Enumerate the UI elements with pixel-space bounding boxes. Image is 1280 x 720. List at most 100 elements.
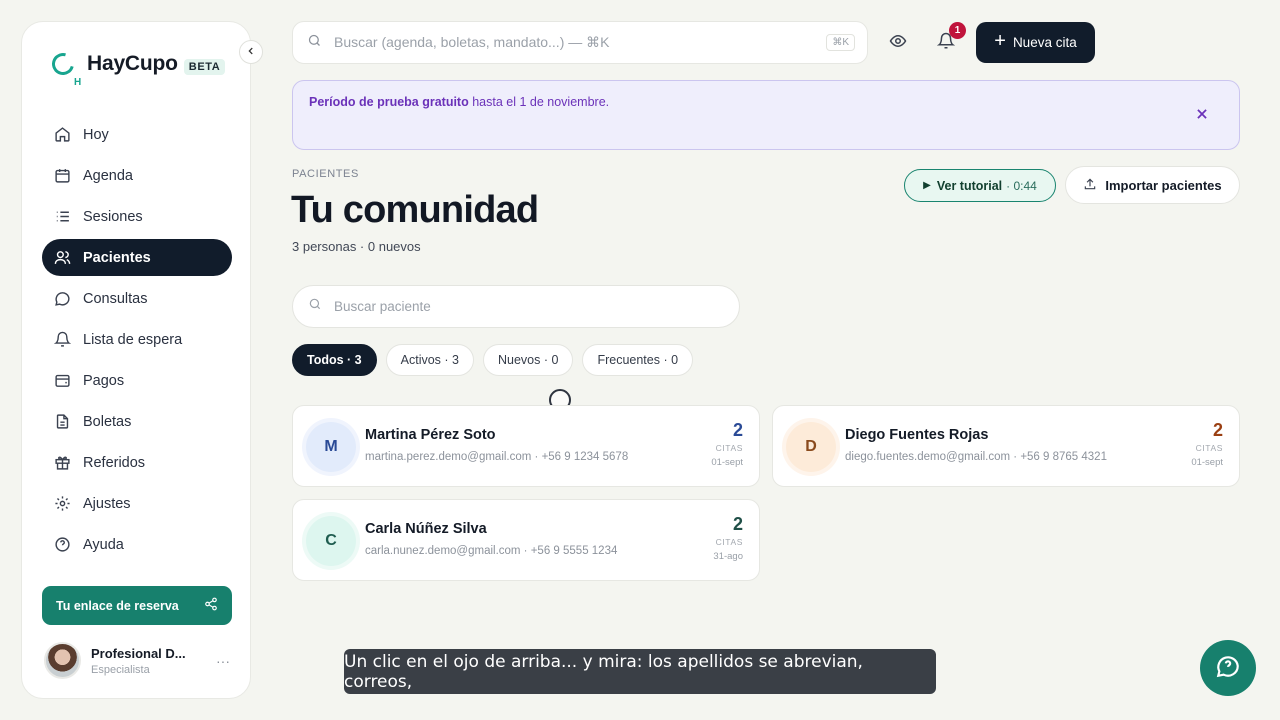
list-icon — [54, 208, 71, 225]
close-icon — [1195, 104, 1209, 127]
tutorial-duration: · 0:44 — [1006, 178, 1037, 193]
appointment-count-label: CITAS — [715, 443, 743, 453]
sidebar-item-ayuda[interactable]: Ayuda — [42, 526, 232, 563]
patient-contact: martina.perez.demo@gmail.com · +56 9 123… — [365, 451, 629, 463]
patient-card[interactable]: D Diego Fuentes Rojas diego.fuentes.demo… — [772, 405, 1240, 487]
beta-badge: BETA — [183, 59, 226, 75]
chat-icon — [54, 290, 71, 307]
help-chat-button[interactable] — [1200, 640, 1256, 696]
sidebar-item-hoy[interactable]: Hoy — [42, 116, 232, 153]
patient-avatar: D — [786, 422, 836, 472]
booking-link-label: Tu enlace de reserva — [56, 598, 179, 613]
sidebar-item-consultas[interactable]: Consultas — [42, 280, 232, 317]
page-subtitle: 3 personas · 0 nuevos — [292, 239, 421, 254]
sidebar: HayCupo BETA H Hoy Agenda Sesiones Pacie… — [21, 21, 251, 699]
patient-search-placeholder: Buscar paciente — [334, 299, 431, 314]
sidebar-item-pagos[interactable]: Pagos — [42, 362, 232, 399]
share-icon — [204, 597, 218, 614]
trial-banner-bold: Período de prueba gratuito — [309, 95, 469, 109]
wallet-icon — [54, 372, 71, 389]
search-icon — [308, 297, 322, 316]
filter-activos[interactable]: Activos · 3 — [385, 344, 474, 376]
trial-banner: Período de prueba gratuito hasta el 1 de… — [292, 80, 1240, 150]
notification-count-badge: 1 — [949, 22, 966, 39]
page-title: Tu comunidad — [291, 189, 539, 231]
filter-chips: Todos · 3 Activos · 3 Nuevos · 0 Frecuen… — [292, 344, 702, 376]
booking-link-button[interactable]: Tu enlace de reserva — [42, 586, 232, 625]
sidebar-item-referidos[interactable]: Referidos — [42, 444, 232, 481]
sidebar-item-label: Agenda — [83, 167, 133, 184]
sidebar-item-label: Pacientes — [83, 249, 151, 266]
brand[interactable]: HayCupo BETA — [47, 48, 226, 80]
patient-card[interactable]: M Martina Pérez Soto martina.perez.demo@… — [292, 405, 760, 487]
filter-todos[interactable]: Todos · 3 — [292, 344, 377, 376]
sidebar-item-agenda[interactable]: Agenda — [42, 157, 232, 194]
last-appointment-date: 01-sept — [1191, 457, 1223, 468]
patient-avatar: M — [306, 422, 356, 472]
appointment-count-label: CITAS — [715, 537, 743, 547]
appointment-count: 2 — [732, 420, 743, 440]
play-icon: ▶ — [923, 180, 931, 191]
patient-name: Carla Núñez Silva — [365, 521, 487, 537]
patient-name: Martina Pérez Soto — [365, 427, 496, 443]
patient-name: Diego Fuentes Rojas — [845, 427, 989, 443]
import-patients-button[interactable]: Importar pacientes — [1065, 166, 1240, 204]
new-appointment-button[interactable]: + Nueva cita — [976, 22, 1095, 63]
calendar-icon — [54, 167, 71, 184]
sidebar-item-lista-de-espera[interactable]: Lista de espera — [42, 321, 232, 358]
patient-contact: diego.fuentes.demo@gmail.com · +56 9 876… — [845, 451, 1107, 463]
users-icon — [54, 249, 71, 266]
sidebar-item-label: Boletas — [83, 413, 132, 430]
upload-icon — [1083, 177, 1097, 194]
global-search-placeholder: Buscar (agenda, boletas, mandato...) — ⌘… — [334, 34, 610, 50]
close-banner-button[interactable] — [1191, 104, 1213, 126]
privacy-toggle-button[interactable] — [885, 30, 911, 56]
appointment-count: 2 — [1212, 420, 1223, 440]
sidebar-nav: Hoy Agenda Sesiones Pacientes Consultas — [42, 116, 232, 567]
sidebar-item-label: Sesiones — [83, 208, 143, 225]
video-caption: Un clic en el ojo de arriba... y mira: l… — [344, 649, 936, 694]
avatar — [44, 642, 81, 679]
plus-icon: + — [994, 30, 1006, 52]
sidebar-item-ajustes[interactable]: Ajustes — [42, 485, 232, 522]
sidebar-item-label: Hoy — [83, 126, 109, 143]
sidebar-item-pacientes[interactable]: Pacientes — [42, 239, 232, 276]
document-icon — [54, 413, 71, 430]
collapse-sidebar-button[interactable] — [239, 40, 263, 64]
tutorial-button[interactable]: ▶ Ver tutorial · 0:44 — [904, 169, 1056, 202]
patient-contact: carla.nunez.demo@gmail.com · +56 9 5555 … — [365, 545, 618, 557]
sidebar-item-label: Lista de espera — [83, 331, 183, 348]
sidebar-item-label: Consultas — [83, 290, 148, 307]
new-appointment-label: Nueva cita — [1012, 35, 1077, 50]
sidebar-item-label: Ajustes — [83, 495, 131, 512]
section-eyebrow: PACIENTES — [292, 168, 359, 180]
help-icon — [54, 536, 71, 553]
more-icon[interactable]: ··· — [216, 653, 230, 669]
last-appointment-date: 31-ago — [713, 551, 743, 562]
search-icon — [307, 33, 322, 53]
home-icon — [54, 126, 71, 143]
profile-role: Especialista — [91, 663, 150, 676]
trial-banner-rest: hasta el 1 de noviembre. — [468, 95, 610, 109]
gear-icon — [54, 495, 71, 512]
last-appointment-date: 01-sept — [711, 457, 743, 468]
import-patients-label: Importar pacientes — [1105, 177, 1222, 193]
sidebar-item-label: Referidos — [83, 454, 146, 471]
shortcut-hint: ⌘K — [826, 34, 855, 51]
filter-frecuentes[interactable]: Frecuentes · 0 — [582, 344, 694, 376]
eye-icon — [889, 32, 907, 55]
chevron-left-icon — [246, 46, 256, 59]
patient-search-input[interactable]: Buscar paciente — [292, 285, 740, 328]
sidebar-item-sesiones[interactable]: Sesiones — [42, 198, 232, 235]
profile[interactable]: Profesional D... Especialista ··· — [44, 642, 230, 679]
tutorial-label: Ver tutorial — [936, 178, 1003, 193]
filter-nuevos[interactable]: Nuevos · 0 — [483, 344, 574, 376]
patient-card[interactable]: C Carla Núñez Silva carla.nunez.demo@gma… — [292, 499, 760, 581]
global-search-input[interactable]: Buscar (agenda, boletas, mandato...) — ⌘… — [292, 21, 868, 64]
profile-name: Profesional D... — [91, 645, 186, 661]
logo-letter-icon: H — [74, 77, 82, 88]
sidebar-item-boletas[interactable]: Boletas — [42, 403, 232, 440]
appointment-count: 2 — [732, 514, 743, 534]
trial-banner-text: Período de prueba gratuito hasta el 1 de… — [309, 95, 609, 109]
logo-icon — [47, 48, 79, 80]
